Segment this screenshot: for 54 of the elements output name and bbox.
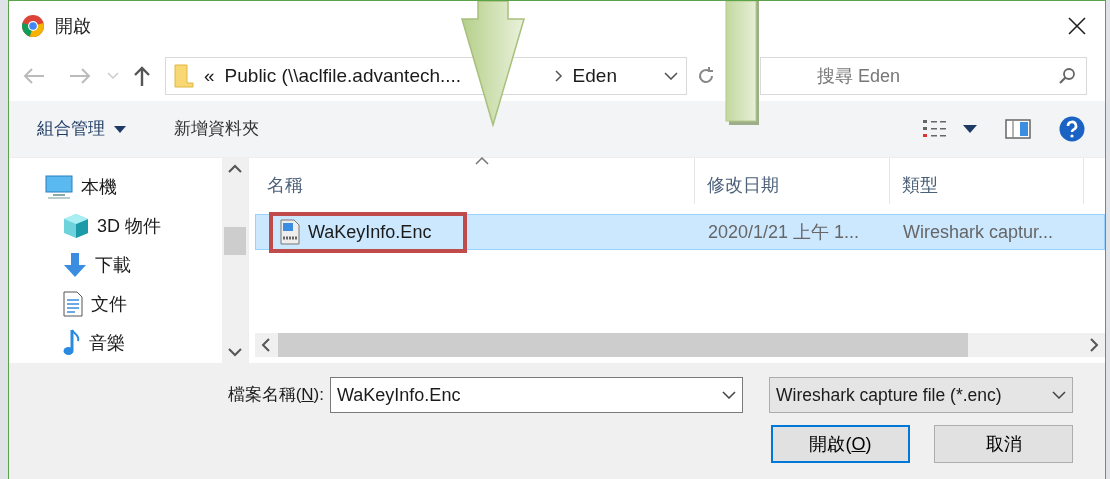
dialog-button[interactable]: 取消: [934, 425, 1073, 463]
table-cell-text: Wireshark captur...: [902, 220, 1055, 244]
file-type-dropdown[interactable]: Wireshark capture file (*.enc): [769, 377, 1073, 413]
breadcrumb-item[interactable]: Public (\\aclfile.advantech....: [224, 61, 545, 91]
file-name-label: 檔案名稱(N):: [227, 384, 324, 407]
chevron-down-icon[interactable]: [664, 72, 678, 80]
close-icon[interactable]: [1067, 16, 1087, 36]
column-header[interactable]: 名稱: [255, 158, 695, 204]
path-overflow-button[interactable]: «: [204, 61, 215, 91]
search-icon: [1058, 67, 1076, 85]
preview-pane-icon[interactable]: [1005, 119, 1031, 139]
breadcrumb-item[interactable]: Eden: [572, 61, 617, 91]
chevron-down-icon[interactable]: [722, 391, 736, 399]
chevron-down-icon: [1052, 391, 1066, 399]
column-header[interactable]: 修改日期: [695, 158, 890, 204]
scroll-up-icon[interactable]: [228, 164, 242, 173]
folder-icon: [174, 64, 194, 88]
toolbar-button[interactable]: 新增資料夾: [174, 116, 259, 142]
toolbar-button[interactable]: 組合管理: [37, 116, 126, 142]
chevron-right-icon: [554, 70, 563, 82]
file-name-field[interactable]: WaKeyInfo.Enc: [330, 377, 743, 413]
music-note-icon: [63, 329, 81, 357]
sidebar-item[interactable]: 本機: [45, 172, 222, 202]
table-cell-text: 2020/1/21 上午 1...: [707, 220, 861, 244]
horizontal-scrollbar[interactable]: [255, 333, 1105, 357]
scrollbar-thumb[interactable]: [278, 333, 968, 357]
scroll-right-icon[interactable]: [1090, 338, 1099, 352]
scroll-down-icon[interactable]: [228, 348, 242, 357]
sidebar-item[interactable]: 音樂: [45, 328, 222, 358]
app-logo-icon: [21, 14, 45, 38]
caret-down-icon[interactable]: [963, 125, 977, 133]
help-icon[interactable]: [1059, 116, 1085, 142]
document-icon: [63, 291, 83, 317]
sidebar-item[interactable]: 文件: [45, 289, 222, 319]
sidebar-item[interactable]: 3D 物件: [45, 211, 222, 241]
vertical-scrollbar[interactable]: [222, 158, 248, 363]
download-arrow-icon: [63, 252, 87, 278]
scrollbar-thumb[interactable]: [224, 226, 246, 255]
view-list-icon[interactable]: [923, 119, 949, 139]
up-arrow-icon[interactable]: [133, 66, 151, 86]
computer-icon: [45, 175, 73, 199]
sort-ascending-icon: [474, 157, 489, 165]
scroll-left-icon[interactable]: [261, 338, 270, 352]
binary-file-icon: [280, 219, 300, 245]
search-placeholder: 搜尋 Eden: [817, 65, 901, 86]
sidebar-item[interactable]: 下載: [45, 250, 222, 280]
window-title: 開啟: [55, 14, 91, 38]
search-field[interactable]: 搜尋 Eden: [760, 57, 1087, 95]
address-bar[interactable]: « Public (\\aclfile.advantech.... Eden: [165, 57, 687, 95]
dialog-button[interactable]: 開啟(O): [771, 425, 910, 463]
cube-icon: [63, 213, 89, 239]
file-row[interactable]: WaKeyInfo.Enc 2020/1/21 上午 1... Wireshark captur...: [255, 214, 1105, 250]
file-name-cell: WaKeyInfo.Enc: [276, 218, 460, 246]
column-header[interactable]: 類型: [890, 158, 1084, 204]
